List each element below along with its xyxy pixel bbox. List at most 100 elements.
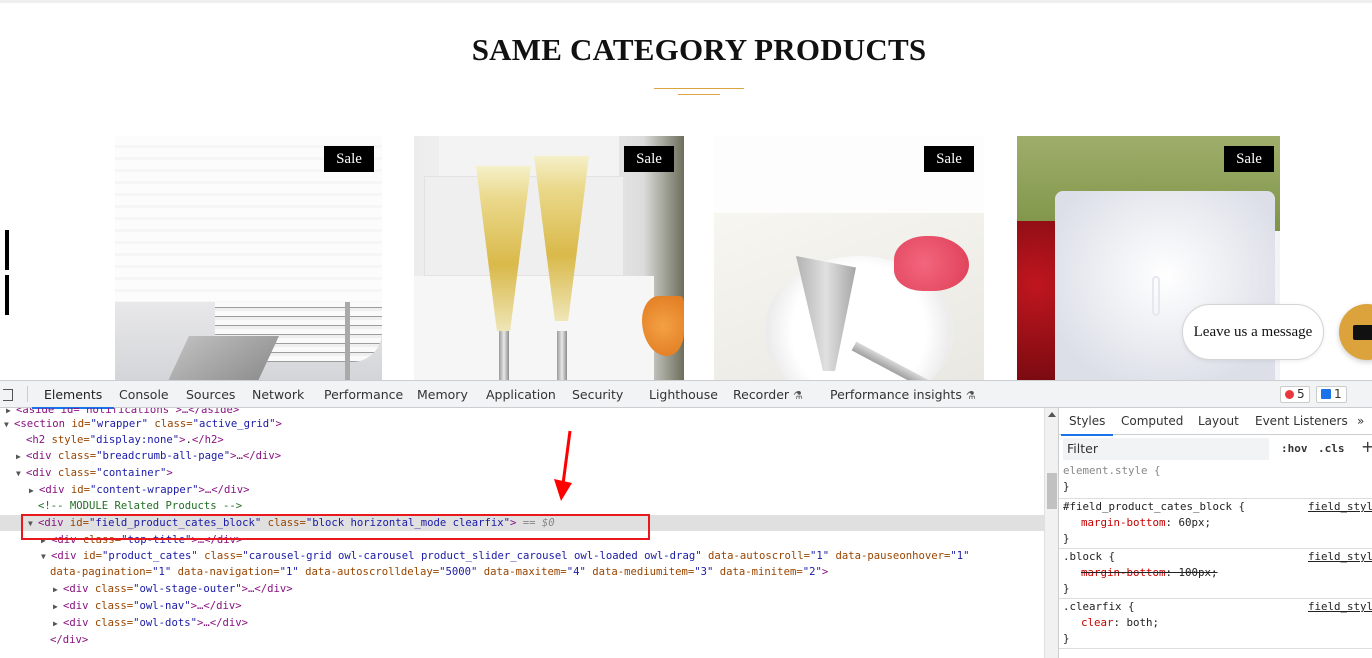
error-icon — [1285, 390, 1294, 399]
tab-recorder[interactable]: Recorder ⚗ — [733, 381, 803, 408]
stylesheet-link[interactable]: field_styl — [1308, 599, 1372, 615]
styles-filter-input[interactable]: Filter — [1063, 438, 1269, 460]
dom-node-breadcrumb[interactable]: ▶ <div class="breadcrumb-all-page">…</div… — [16, 448, 281, 464]
sale-badge: Sale — [324, 146, 374, 172]
product-image[interactable] — [714, 136, 984, 380]
dom-node-container[interactable]: ▼ <div class="container"> — [16, 465, 173, 481]
expand-triangle-icon[interactable]: ▶ — [53, 599, 63, 615]
dom-tag: >…</div> — [190, 600, 242, 612]
product-card-3[interactable]: Sale — [714, 136, 984, 380]
style-rule-element[interactable]: element.style { } — [1059, 463, 1372, 499]
dom-attr-value: "4" — [566, 566, 586, 578]
stylesheet-link[interactable]: field_styl — [1308, 499, 1372, 515]
expand-triangle-icon[interactable]: ▶ — [29, 483, 39, 499]
style-rule-clearfix[interactable]: .clearfix {field_styl clear: both; } — [1059, 599, 1372, 649]
rule-declaration-overridden[interactable]: margin-bottom: 100px; — [1059, 565, 1372, 581]
rule-close: } — [1063, 632, 1070, 645]
dom-attr-value: "product_cates" — [102, 550, 198, 562]
annotation-highlight-box — [21, 514, 650, 540]
tab-memory[interactable]: Memory — [417, 381, 468, 408]
scroll-up-arrow-icon[interactable] — [1048, 412, 1056, 417]
dom-node-section[interactable]: ▼ <section id="wrapper" class="active_gri… — [4, 416, 282, 432]
tab-security[interactable]: Security — [572, 381, 623, 408]
tab-styles[interactable]: Styles — [1060, 408, 1114, 436]
elements-scrollbar[interactable] — [1044, 408, 1058, 658]
dom-tag: <div — [63, 617, 89, 629]
style-rule-block[interactable]: .block {field_styl margin-bottom: 100px;… — [1059, 549, 1372, 599]
css-value: 60px; — [1172, 516, 1212, 529]
side-marker-bottom — [5, 275, 9, 315]
dom-attr-name: data-pagination= — [50, 566, 153, 578]
dom-node-owl-dots[interactable]: ▶ <div class="owl-dots">…</div> — [53, 615, 248, 631]
dom-attr-name: data-autoscrolldelay= — [298, 566, 440, 578]
devtools-tabbar: Elements Console Sources Network Perform… — [0, 381, 1372, 409]
tab-elements[interactable]: Elements — [31, 381, 115, 409]
rule-close: } — [1063, 532, 1070, 545]
dom-attr-name: data-autoscroll= — [701, 550, 811, 562]
scrollbar-thumb[interactable] — [1047, 473, 1057, 509]
css-property: margin-bottom — [1081, 516, 1166, 529]
tab-performance-insights[interactable]: Performance insights ⚗ — [830, 381, 976, 408]
css-value: 100px; — [1172, 566, 1218, 579]
dom-node-close[interactable]: </div> — [50, 632, 88, 648]
product-card-2[interactable]: Sale — [414, 136, 684, 380]
collapse-triangle-icon[interactable]: ▼ — [4, 417, 14, 433]
dom-attr-value: "1" — [279, 566, 299, 578]
dom-node-owl-stage-outer[interactable]: ▶ <div class="owl-stage-outer">…</div> — [53, 581, 293, 597]
expand-triangle-icon[interactable]: ▶ — [53, 582, 63, 598]
image-ribbon — [1152, 276, 1160, 316]
tab-application[interactable]: Application — [486, 381, 556, 408]
collapse-triangle-icon[interactable]: ▼ — [16, 466, 26, 482]
dom-tag: <h2 — [26, 434, 46, 446]
style-rule-field-product-cates-block[interactable]: #field_product_cates_block {field_styl m… — [1059, 499, 1372, 549]
tab-sources[interactable]: Sources — [186, 381, 235, 408]
css-property: margin-bottom — [1081, 566, 1166, 579]
styles-tabbar: Styles Computed Layout Event Listeners » — [1059, 408, 1372, 436]
class-toggle[interactable]: .cls — [1318, 438, 1345, 460]
dom-comment[interactable]: <!-- MODULE Related Products --> — [38, 498, 242, 514]
tab-event-listeners[interactable]: Event Listeners — [1255, 408, 1348, 435]
tab-performance[interactable]: Performance — [324, 381, 403, 408]
tab-layout[interactable]: Layout — [1198, 408, 1239, 435]
more-tabs-chevron-icon[interactable]: » — [1357, 408, 1364, 435]
rule-selector: .clearfix {field_styl — [1059, 599, 1372, 615]
dom-attr-value: "owl-nav" — [133, 600, 191, 612]
title-divider-long — [654, 88, 744, 89]
dom-attr-name: class= — [88, 600, 134, 612]
dom-attr-value: "3" — [694, 566, 714, 578]
dom-attr-name: data-mediumitem= — [585, 566, 695, 578]
tab-computed[interactable]: Computed — [1121, 408, 1183, 435]
dom-node-h2[interactable]: <h2 style="display:none">.</h2> — [26, 432, 224, 448]
dom-attr-name: class= — [88, 617, 134, 629]
error-count-badge[interactable]: 5 — [1280, 386, 1310, 403]
rule-declaration[interactable]: clear: both; — [1059, 615, 1372, 631]
tab-lighthouse[interactable]: Lighthouse — [649, 381, 718, 408]
dom-attr-value: "2" — [802, 566, 822, 578]
dom-attr-name: id= — [64, 484, 91, 496]
tab-network[interactable]: Network — [252, 381, 304, 408]
dom-node-content-wrapper[interactable]: ▶ <div id="content-wrapper">…</div> — [29, 482, 250, 498]
rule-declaration[interactable]: margin-bottom: 60px; — [1059, 515, 1372, 531]
dom-node-product-cates[interactable]: ▼ <div id="product_cates" class="carousel… — [41, 548, 969, 564]
product-card-1[interactable]: Sale — [115, 136, 382, 380]
dom-tag: >…</div> — [198, 484, 250, 496]
dom-attr-value: "5000" — [439, 566, 478, 578]
dom-attr-name: style= — [45, 434, 90, 446]
image-cake-tier — [414, 276, 654, 380]
expand-triangle-icon[interactable]: ▶ — [16, 449, 26, 465]
hover-state-toggle[interactable]: :hov — [1281, 438, 1308, 460]
dom-node-owl-nav[interactable]: ▶ <div class="owl-nav">…</div> — [53, 598, 242, 614]
dom-node-product-cates-cont[interactable]: data-pagination="1" data-navigation="1" … — [50, 564, 828, 580]
product-image[interactable] — [414, 136, 684, 380]
product-image[interactable] — [115, 136, 382, 380]
stylesheet-link[interactable]: field_styl — [1308, 549, 1372, 565]
expand-triangle-icon[interactable]: ▶ — [53, 616, 63, 632]
leave-message-bubble[interactable]: Leave us a message — [1182, 304, 1324, 360]
inspect-element-icon[interactable] — [3, 389, 13, 401]
chat-button[interactable] — [1339, 304, 1372, 360]
tab-console[interactable]: Console — [119, 381, 169, 408]
message-count-badge[interactable]: 1 — [1316, 386, 1347, 403]
dom-tag: <section — [14, 418, 66, 430]
collapse-triangle-icon[interactable]: ▼ — [41, 549, 51, 565]
add-rule-plus-icon[interactable]: + — [1361, 437, 1372, 456]
